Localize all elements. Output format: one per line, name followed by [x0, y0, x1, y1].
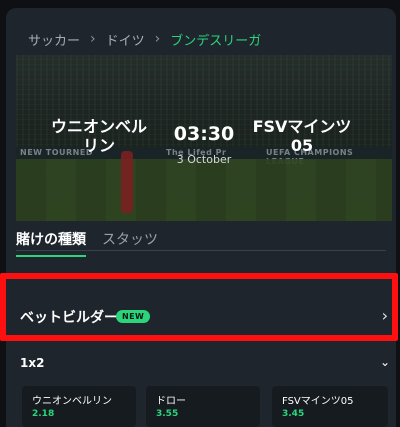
tab-bar: 賭けの種類 スタッツ	[6, 221, 396, 263]
highlight-box	[0, 273, 398, 341]
selection-name: ドロー	[156, 396, 186, 407]
selection-price: 3.55	[156, 409, 179, 419]
tab-bet-types[interactable]: 賭けの種類	[16, 229, 86, 257]
tab-divider	[16, 250, 386, 251]
kickoff-time: 03:30	[173, 123, 235, 145]
chevron-right-icon: ›	[154, 31, 161, 47]
selection-name: FSVマインツ05	[282, 396, 354, 407]
market-header-1x2[interactable]: 1x2 ⌄	[20, 355, 394, 374]
away-team-name: FSVマインツ 05	[247, 117, 357, 155]
chevron-right-icon: ›	[90, 31, 96, 47]
match-panel: サッカー › ドイツ › ブンデスリーガ NEW TOURNED The Lif…	[6, 8, 396, 427]
breadcrumb-item-bundesliga[interactable]: ブンデスリーガ	[170, 30, 261, 49]
breadcrumb-item-soccer[interactable]: サッカー	[28, 30, 80, 49]
odds-button-away[interactable]: FSVマインツ05 3.45	[272, 386, 388, 427]
odds-button-draw[interactable]: ドロー 3.55	[146, 386, 260, 427]
away-team-line: 05	[290, 136, 314, 155]
breadcrumb: サッカー › ドイツ › ブンデスリーガ	[28, 28, 261, 50]
match-date: 3 October	[176, 153, 232, 166]
selection-name: ウニオンベルリン	[32, 396, 112, 407]
market-title: 1x2	[20, 356, 45, 370]
odds-button-home[interactable]: ウニオンベルリン 2.18	[22, 386, 136, 427]
selection-price: 3.45	[282, 409, 305, 419]
match-hero-image: NEW TOURNED The Lifed Pr UEFA CHAMPIONS …	[16, 55, 392, 221]
breadcrumb-item-germany[interactable]: ドイツ	[106, 30, 145, 49]
home-team-line: リン	[82, 136, 115, 155]
away-team-line: FSVマインツ	[252, 117, 352, 136]
home-team-name: ウニオンベル リン	[44, 117, 154, 155]
tab-stats[interactable]: スタッツ	[102, 229, 158, 249]
chevron-down-icon: ⌄	[379, 355, 390, 369]
selection-price: 2.18	[32, 409, 55, 419]
home-team-line: ウニオンベル	[50, 117, 147, 136]
